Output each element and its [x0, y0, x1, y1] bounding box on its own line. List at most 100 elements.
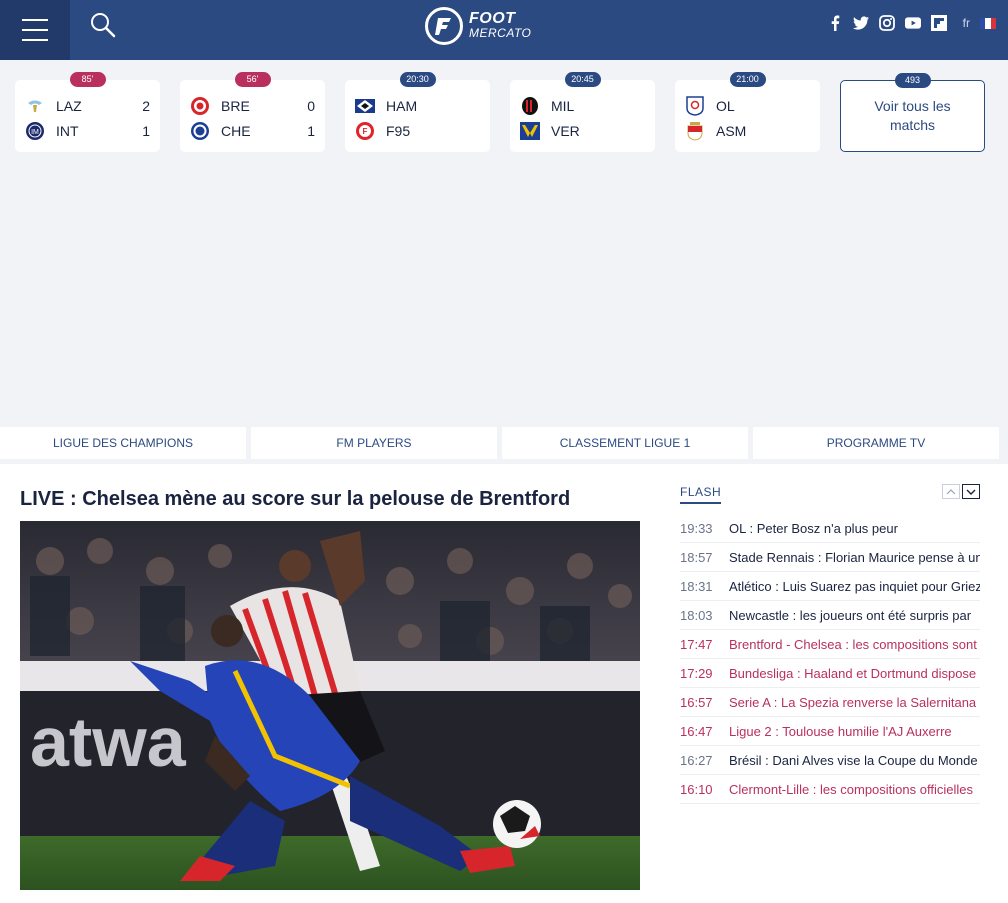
- flash-text: Stade Rennais : Florian Maurice pense à …: [729, 549, 980, 565]
- flipboard-icon[interactable]: [930, 15, 947, 31]
- team-name: VER: [551, 123, 580, 139]
- milan-crest-icon: [520, 96, 540, 116]
- match-card[interactable]: 21:00 OL ASM: [675, 72, 820, 152]
- flash-text: OL : Peter Bosz n'a plus peur: [729, 520, 898, 536]
- top-bar: FOOT MERCATO fr: [0, 0, 1008, 60]
- instagram-icon[interactable]: [878, 15, 895, 31]
- hamburg-crest-icon: [355, 96, 375, 116]
- flash-item[interactable]: 18:03 Newcastle : les joueurs ont été sur…: [680, 601, 980, 630]
- flash-text: Clermont-Lille : les compositions offici…: [729, 781, 973, 797]
- flash-time: 18:31: [680, 578, 713, 594]
- home-team-row: HAM: [355, 96, 480, 116]
- match-minute-badge: 56': [234, 72, 271, 87]
- flash-item[interactable]: 17:29 Bundesliga : Haaland et Dortmund di…: [680, 659, 980, 688]
- menu-line: [22, 29, 48, 31]
- match-card[interactable]: 56' BRE 0 CHE 1: [180, 72, 325, 152]
- flash-text: Brésil : Dani Alves vise la Coupe du Mon…: [729, 752, 978, 768]
- logo-line-2: MERCATO: [469, 26, 532, 40]
- nav-classement-ligue-1[interactable]: CLASSEMENT LIGUE 1: [502, 427, 748, 459]
- team-score: 0: [307, 98, 315, 114]
- chevron-up-icon[interactable]: [942, 484, 960, 499]
- team-name: INT: [56, 123, 79, 139]
- inter-crest-icon: IM: [25, 121, 45, 141]
- ad-placeholder: [0, 160, 1008, 422]
- flash-time: 18:57: [680, 549, 713, 565]
- flash-time: 16:27: [680, 752, 713, 768]
- team-name: LAZ: [56, 98, 82, 114]
- france-flag-icon[interactable]: [980, 17, 996, 29]
- team-name: CHE: [221, 123, 251, 139]
- flash-text: Newcastle : les joueurs ont été surpris …: [729, 607, 972, 623]
- kickoff-time-badge: 20:30: [399, 72, 436, 87]
- hamburger-menu-button[interactable]: [0, 0, 70, 60]
- away-team-row: ASM: [685, 121, 810, 141]
- language-selector[interactable]: fr: [963, 16, 970, 30]
- team-name: OL: [716, 98, 735, 114]
- team-score: 1: [307, 123, 315, 139]
- logo-line-1: FOOT: [469, 10, 516, 27]
- flash-item[interactable]: 19:33 OL : Peter Bosz n'a plus peur: [680, 514, 980, 543]
- away-team-row: F F95: [355, 121, 480, 141]
- article-headline[interactable]: LIVE : Chelsea mène au score sur la pelo…: [20, 488, 570, 511]
- home-team-row: BRE 0: [190, 96, 315, 116]
- flash-item[interactable]: 16:27 Brésil : Dani Alves vise la Coupe d…: [680, 746, 980, 775]
- team-name: HAM: [386, 98, 418, 114]
- team-name: F95: [386, 123, 411, 139]
- flash-item[interactable]: 18:31 Atlético : Luis Suarez pas inquiet …: [680, 572, 980, 601]
- main-content: LIVE : Chelsea mène au score sur la pelo…: [0, 464, 1008, 903]
- flash-item[interactable]: 17:47 Brentford - Chelsea : les compositi…: [680, 630, 980, 659]
- menu-line: [22, 39, 48, 41]
- team-name: ASM: [716, 123, 747, 139]
- lazio-crest-icon: [25, 96, 45, 116]
- home-team-row: LAZ 2: [25, 96, 150, 116]
- flash-news-list: 19:33 OL : Peter Bosz n'a plus peur 18:57…: [680, 514, 980, 804]
- team-name: BRE: [221, 98, 250, 114]
- flash-time: 16:57: [680, 694, 713, 710]
- all-matches-label: Voir tous les matchs: [874, 98, 951, 133]
- flash-item[interactable]: 16:47 Ligue 2 : Toulouse humilie l'AJ Aux…: [680, 717, 980, 746]
- verona-crest-icon: [520, 121, 540, 141]
- kickoff-time-badge: 21:00: [729, 72, 766, 87]
- flash-time: 17:29: [680, 665, 713, 681]
- match-card[interactable]: 20:45 MIL VER: [510, 72, 655, 152]
- match-minute-badge: 85': [69, 72, 106, 87]
- twitter-icon[interactable]: [852, 15, 869, 31]
- facebook-icon[interactable]: [827, 15, 843, 31]
- flash-text: Atlético : Luis Suarez pas inquiet pour …: [729, 578, 980, 594]
- away-team-row: CHE 1: [190, 121, 315, 141]
- menu-line: [22, 19, 48, 21]
- flash-item[interactable]: 18:57 Stade Rennais : Florian Maurice pen…: [680, 543, 980, 572]
- section-nav: LIGUE DES CHAMPIONS FM PLAYERS CLASSEMEN…: [0, 427, 1008, 459]
- flash-time: 17:47: [680, 636, 713, 652]
- flash-time: 16:47: [680, 723, 713, 739]
- logo-f-icon: [425, 7, 463, 45]
- away-team-row: IM INT 1: [25, 121, 150, 141]
- article-photo[interactable]: atwa: [20, 521, 640, 890]
- flash-text: Brentford - Chelsea : les compositions s…: [729, 636, 977, 652]
- kickoff-time-badge: 20:45: [564, 72, 601, 87]
- youtube-icon[interactable]: [904, 15, 921, 31]
- match-card[interactable]: 85' LAZ 2 IM INT 1: [15, 72, 160, 152]
- flash-time: 19:33: [680, 520, 713, 536]
- flash-text: Ligue 2 : Toulouse humilie l'AJ Auxerre: [729, 723, 952, 739]
- flash-time: 16:10: [680, 781, 713, 797]
- search-icon[interactable]: [90, 12, 120, 42]
- svg-text:IM: IM: [31, 129, 39, 136]
- nav-fm-players[interactable]: FM PLAYERS: [251, 427, 497, 459]
- all-matches-button[interactable]: 493 Voir tous les matchs: [840, 73, 985, 152]
- flash-time: 18:03: [680, 607, 713, 623]
- team-name: MIL: [551, 98, 575, 114]
- team-score: 2: [142, 98, 150, 114]
- nav-ligue-des-champions[interactable]: LIGUE DES CHAMPIONS: [0, 427, 246, 459]
- social-links: fr: [827, 15, 996, 31]
- chevron-down-icon[interactable]: [962, 484, 980, 499]
- flash-text: Serie A : La Spezia renverse la Salernit…: [729, 694, 977, 710]
- nav-programme-tv[interactable]: PROGRAMME TV: [753, 427, 999, 459]
- flash-item[interactable]: 16:10 Clermont-Lille : les compositions o…: [680, 775, 980, 804]
- svg-text:F: F: [363, 127, 368, 136]
- flash-item[interactable]: 16:57 Serie A : La Spezia renverse la Sal…: [680, 688, 980, 717]
- home-team-row: OL: [685, 96, 810, 116]
- match-card[interactable]: 20:30 HAM F F95: [345, 72, 490, 152]
- flash-news-panel: FLASH 19:33 OL : Peter Bosz n'a plus peur…: [680, 464, 980, 903]
- site-logo[interactable]: FOOT MERCATO: [425, 6, 531, 46]
